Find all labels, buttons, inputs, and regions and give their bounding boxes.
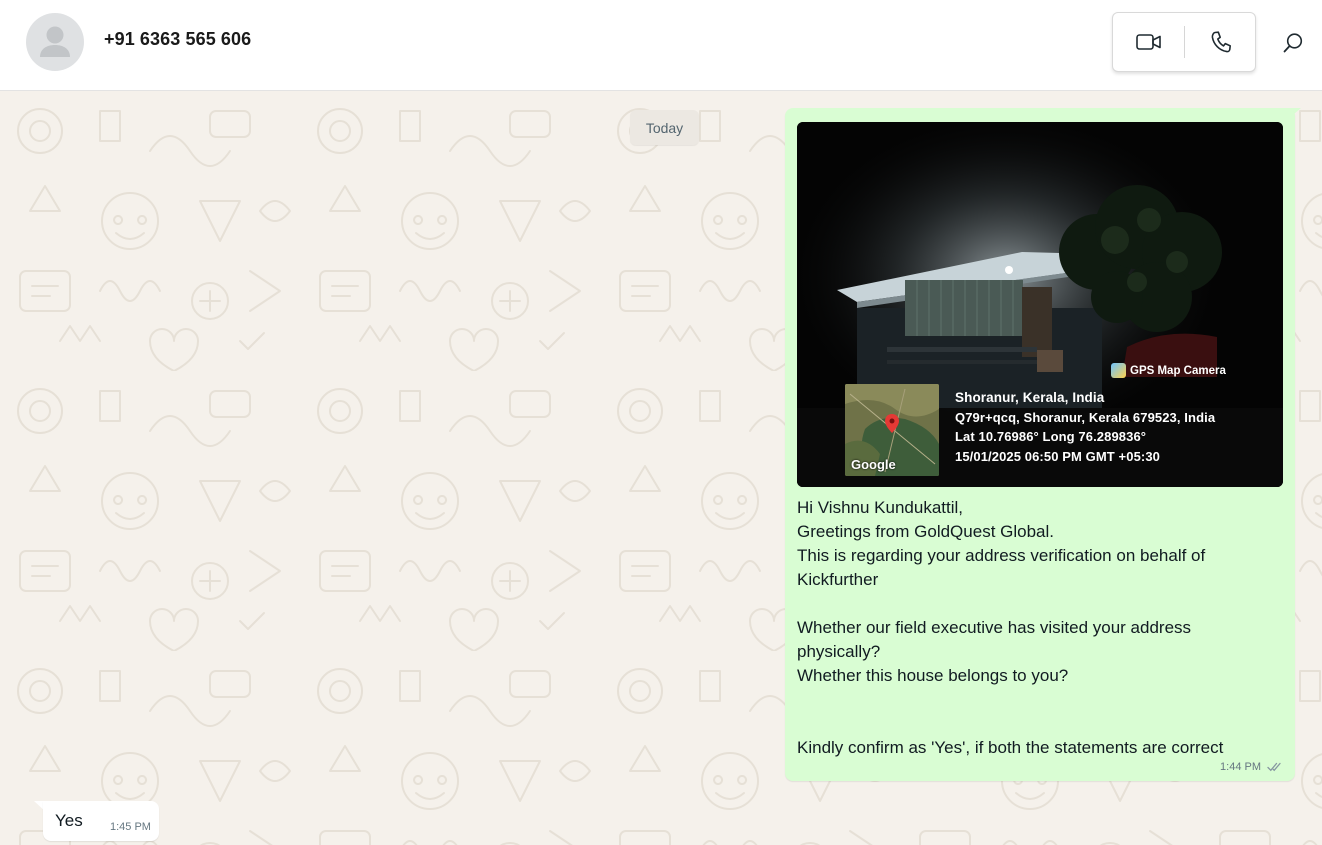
- message-line: Kindly confirm as 'Yes', if both the sta…: [797, 738, 1224, 757]
- video-camera-icon: [1135, 34, 1161, 50]
- message-line-blank: [797, 712, 1277, 736]
- geotagged-photo[interactable]: GPS Map Camera Google Shoranur, Kerala, …: [797, 122, 1283, 487]
- outgoing-message-text: Hi Vishnu Kundukattil, Greetings from Go…: [797, 496, 1277, 760]
- call-button-group: [1112, 12, 1256, 72]
- message-line: Whether our field executive has visited …: [797, 618, 1192, 637]
- message-line: Greetings from GoldQuest Global.: [797, 522, 1055, 541]
- phone-icon: [1211, 31, 1231, 53]
- default-avatar-icon: [40, 26, 70, 57]
- double-check-icon: [1267, 762, 1281, 772]
- geotag-datetime: 15/01/2025 06:50 PM GMT +05:30: [955, 448, 1160, 464]
- geotag-coordinates: Lat 10.76986° Long 76.289836°: [955, 429, 1147, 444]
- search-icon: [1283, 33, 1303, 53]
- geotag-address: Q79r+qcq, Shoranur, Kerala 679523, India: [955, 409, 1216, 425]
- incoming-message-text: Yes: [55, 811, 83, 830]
- gps-map-camera-logo-icon: [1111, 363, 1126, 378]
- message-line-blank: [797, 688, 1277, 712]
- map-thumbnail: Google: [845, 384, 939, 476]
- search-button[interactable]: [1276, 26, 1310, 60]
- outgoing-message-meta: 1:44 PM: [1220, 761, 1283, 773]
- message-line: Whether this house belongs to you?: [797, 666, 1069, 685]
- geotag-details: Shoranur, Kerala, India Q79r+qcq, Shoran…: [955, 388, 1215, 466]
- incoming-message-time: 1:45 PM: [110, 821, 151, 833]
- gps-map-camera-label: GPS Map Camera: [1130, 364, 1226, 377]
- message-line: Kickfurther: [797, 570, 879, 589]
- chat-header: +91 6363 565 606: [0, 0, 1322, 91]
- voice-call-button[interactable]: [1185, 13, 1256, 71]
- incoming-message-bubble[interactable]: Yes 1:45 PM: [43, 801, 159, 841]
- message-list[interactable]: Today GPS Map Camera Google Shoranur, Ke…: [0, 91, 1322, 845]
- message-line: Hi Vishnu Kundukattil,: [797, 498, 964, 517]
- outgoing-message-time: 1:44 PM: [1220, 761, 1261, 773]
- outgoing-message-bubble[interactable]: GPS Map Camera Google Shoranur, Kerala, …: [785, 108, 1295, 781]
- contact-avatar[interactable]: [26, 13, 84, 71]
- video-call-button[interactable]: [1113, 13, 1184, 71]
- geotag-location: Shoranur, Kerala, India: [955, 390, 1105, 405]
- gps-map-camera-badge: GPS Map Camera: [1111, 363, 1226, 378]
- contact-name[interactable]: +91 6363 565 606: [104, 29, 251, 50]
- map-google-watermark: Google: [851, 457, 896, 472]
- message-line: This is regarding your address verificat…: [797, 546, 1206, 565]
- date-divider: Today: [630, 110, 699, 145]
- message-line-blank: [797, 592, 1277, 616]
- message-line: physically?: [797, 642, 881, 661]
